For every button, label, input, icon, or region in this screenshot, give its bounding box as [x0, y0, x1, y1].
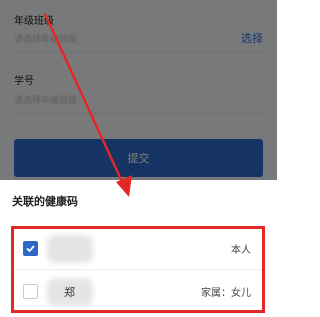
annotation-arrow-icon: [43, 13, 132, 197]
